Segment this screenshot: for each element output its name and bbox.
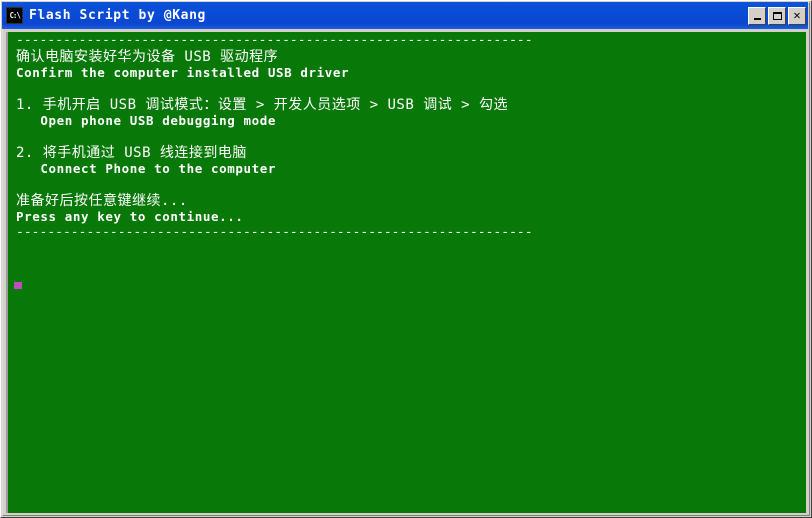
- window-controls: ✕: [748, 6, 806, 25]
- console-line: 确认电脑安装好华为设备 USB 驱动程序: [16, 49, 279, 65]
- close-button[interactable]: ✕: [788, 6, 806, 25]
- console-line: ----------------------------------------…: [16, 225, 533, 240]
- text-cursor: [14, 282, 22, 289]
- console-window: C:\ Flash Script by @Kang ✕ ------------…: [0, 0, 812, 518]
- console-screen[interactable]: ----------------------------------------…: [6, 32, 806, 513]
- console-line: Confirm the computer installed USB drive…: [16, 65, 350, 80]
- title-bar[interactable]: C:\ Flash Script by @Kang ✕: [2, 2, 808, 29]
- maximize-icon: [772, 11, 782, 20]
- console-output: ----------------------------------------…: [16, 33, 533, 241]
- console-line: 1. 手机开启 USB 调试模式：设置 > 开发人员选项 > USB 调试 > …: [16, 97, 509, 113]
- console-line: Press any key to continue...: [16, 209, 244, 224]
- console-line: Open phone USB debugging mode: [16, 113, 277, 128]
- console-line: 准备好后按任意键继续...: [16, 193, 188, 209]
- minimize-button[interactable]: [748, 6, 766, 25]
- console-line: Connect Phone to the computer: [16, 161, 277, 176]
- console-icon: C:\: [6, 7, 23, 24]
- console-line: ----------------------------------------…: [16, 33, 533, 48]
- console-line: 2. 将手机通过 USB 线连接到电脑: [16, 145, 247, 161]
- minimize-icon: [753, 17, 761, 20]
- console-icon-label: C:\: [9, 10, 20, 20]
- maximize-button[interactable]: [768, 6, 786, 25]
- close-icon: ✕: [793, 8, 801, 22]
- window-title: Flash Script by @Kang: [29, 8, 206, 23]
